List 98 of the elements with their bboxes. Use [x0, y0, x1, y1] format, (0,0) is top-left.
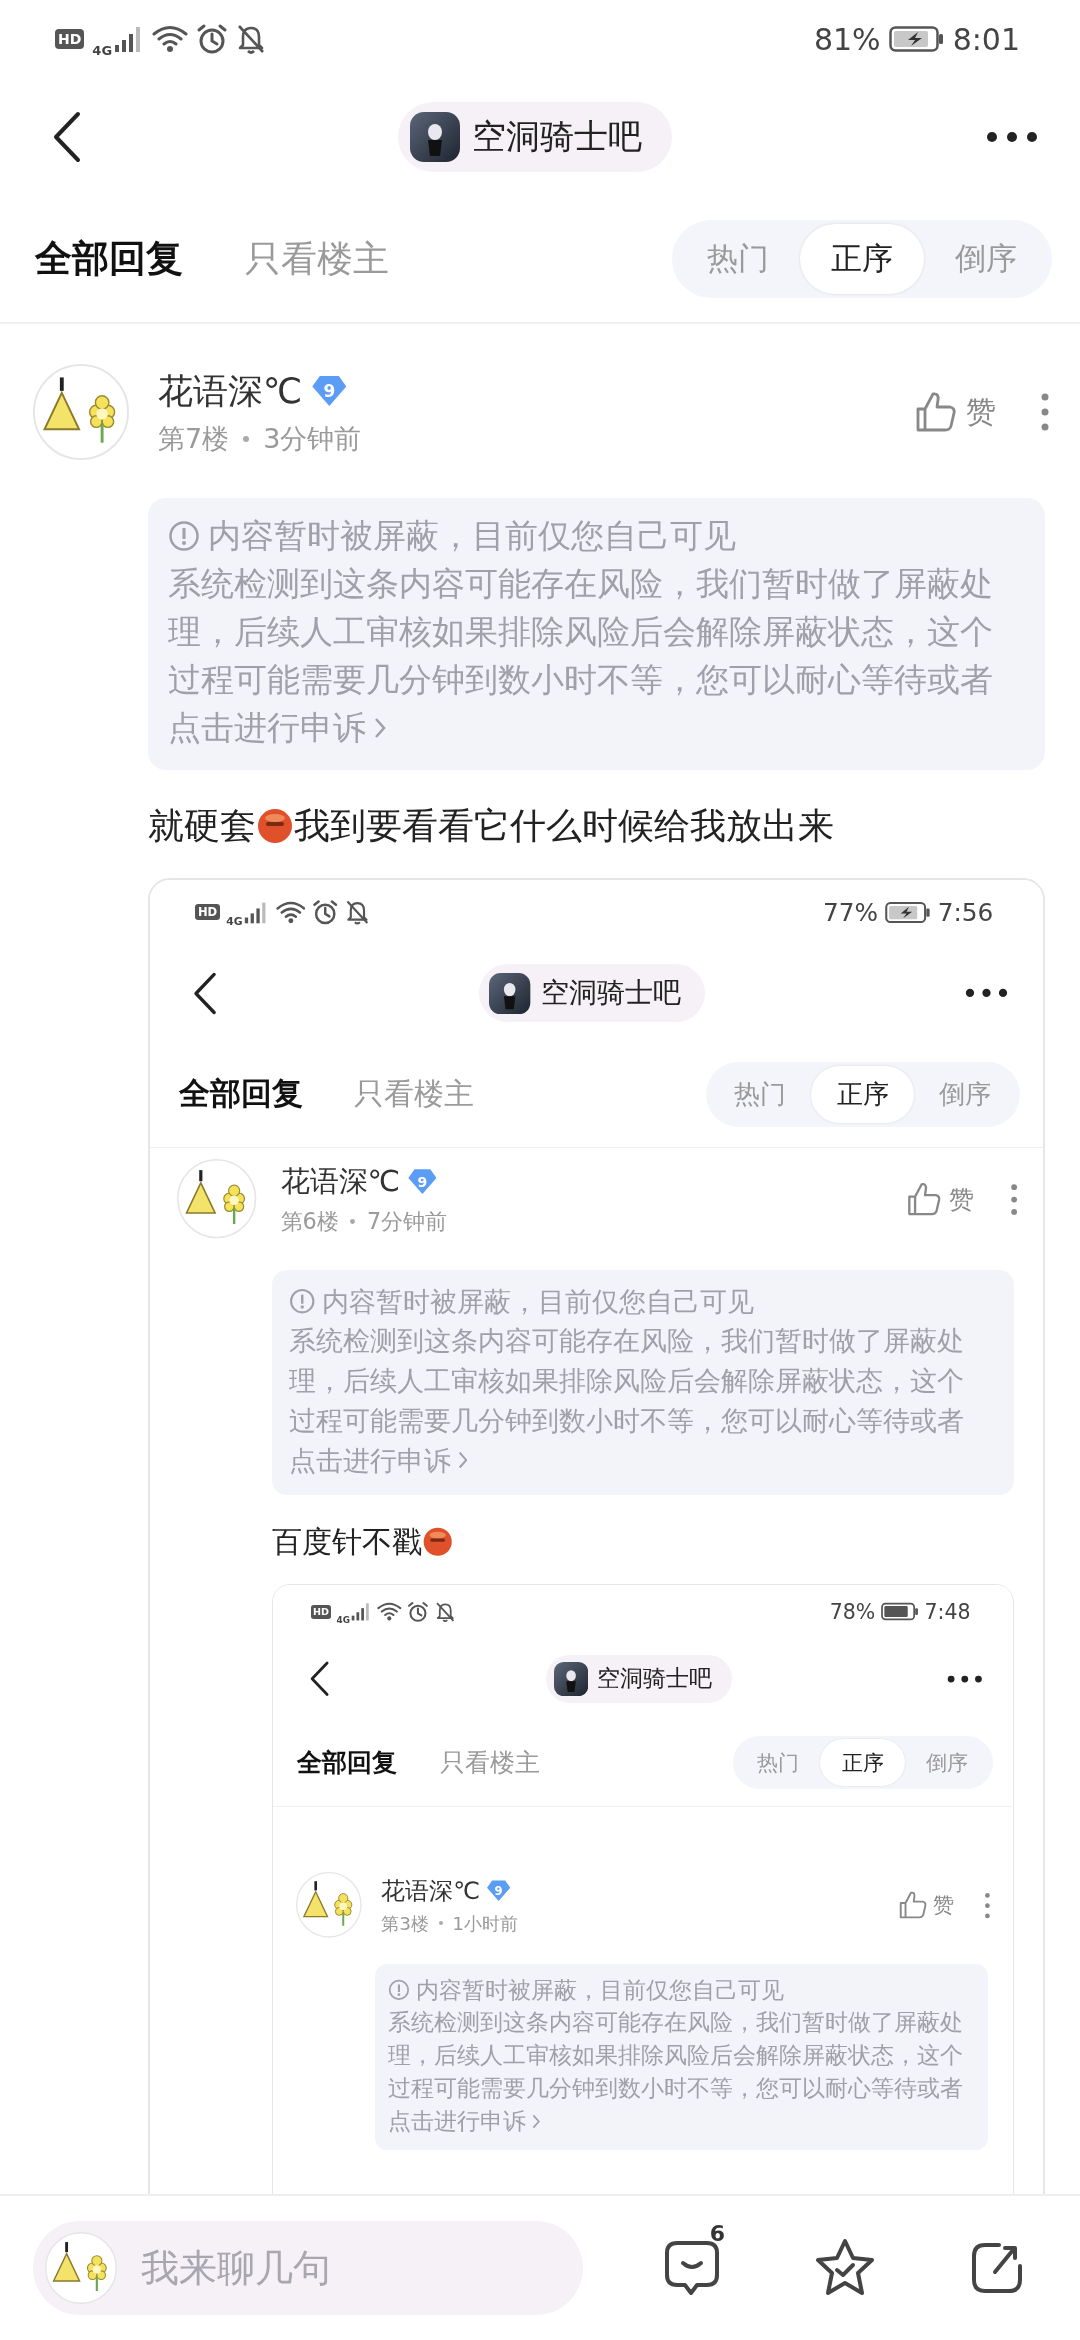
tab[interactable]: 只看楼主: [245, 234, 389, 284]
more-vert-icon[interactable]: [1009, 1182, 1019, 1216]
wifi-icon: [377, 1602, 402, 1622]
wifi-icon: [152, 25, 189, 53]
network-label: 4G: [226, 914, 243, 928]
hd-indicator: HD: [195, 903, 220, 921]
warning-icon: [168, 520, 200, 552]
battery-percent: 77%: [823, 897, 879, 927]
separator-dot: [438, 1921, 443, 1926]
sort-option[interactable]: 倒序: [924, 224, 1048, 294]
separator-dot: [243, 435, 250, 442]
wifi-icon: [275, 900, 306, 924]
alarm-icon: [312, 899, 339, 926]
post-time: 7分钟前: [366, 1206, 448, 1236]
notice-title: 内容暂时被屏蔽，目前仅您自己可见: [415, 1975, 784, 2005]
thumb-up-icon: [914, 390, 958, 434]
post-time: 3分钟前: [263, 421, 362, 456]
forum-button[interactable]: 空洞骑士吧: [398, 102, 672, 172]
more-vert-icon[interactable]: [984, 1891, 992, 1919]
signal-icon: [351, 1602, 372, 1622]
more-icon[interactable]: [986, 131, 1038, 143]
thumb-up-icon: [905, 1180, 942, 1218]
sort-option[interactable]: 热门: [735, 1738, 821, 1787]
appeal-link[interactable]: 点击进行申诉: [288, 1440, 468, 1481]
author-name[interactable]: 花语深℃: [381, 1874, 481, 1907]
battery-percent: 78%: [829, 1600, 876, 1624]
hd-indicator: HD: [310, 1605, 331, 1619]
tab[interactable]: 全部回复: [178, 1073, 303, 1115]
notice-text: 系统检测到这条内容可能存在风险，我们暂时做了屏蔽处理，后续人工审核如果排除风险后会解除屏蔽状态，这个过程可能需要几分钟到数小时不等，您可以耐心等待或者: [288, 1325, 964, 1436]
comment-field[interactable]: 我来聊几句: [139, 2245, 523, 2291]
sort-option[interactable]: 热门: [676, 224, 800, 294]
more-icon[interactable]: [965, 988, 1009, 999]
mute-icon: [345, 899, 370, 926]
clock-time: 7:48: [924, 1600, 971, 1624]
notice-text: 系统检测到这条内容可能存在风险，我们暂时做了屏蔽处理，后续人工审核如果排除风险后会解除屏蔽状态，这个过程可能需要几分钟到数小时不等，您可以耐心等待或者: [388, 2009, 964, 2102]
emoji-icon: [422, 1525, 454, 1558]
sort-option[interactable]: 正序: [820, 1738, 905, 1787]
like-button[interactable]: 赞: [914, 390, 996, 434]
level-badge: 9: [408, 1169, 437, 1194]
author-name[interactable]: 花语深℃: [280, 1161, 401, 1202]
author-name[interactable]: 花语深℃: [158, 367, 303, 415]
notice-text: 系统检测到这条内容可能存在风险，我们暂时做了屏蔽处理，后续人工审核如果排除风险后会解除屏蔽状态，这个过程可能需要几分钟到数小时不等，您可以耐心等待或者: [168, 564, 993, 699]
forum-button[interactable]: 空洞骑士吧: [546, 1655, 733, 1703]
sort-option[interactable]: 倒序: [914, 1065, 1017, 1124]
post-text: 百度针不戳: [272, 1522, 423, 1561]
tab[interactable]: 全部回复: [35, 234, 183, 284]
share-icon[interactable]: [969, 2240, 1025, 2296]
more-icon[interactable]: [947, 1674, 983, 1684]
post-time: 1小时前: [452, 1911, 519, 1936]
alarm-icon: [407, 1601, 430, 1623]
clock-time: 8:01: [952, 21, 1020, 57]
avatar[interactable]: [33, 364, 129, 460]
tab[interactable]: 只看楼主: [354, 1073, 475, 1115]
floor-label: 第6楼: [280, 1206, 339, 1236]
tab[interactable]: 只看楼主: [439, 1746, 540, 1780]
forum-button[interactable]: 空洞骑士吧: [479, 964, 706, 1023]
chevron-icon: [374, 717, 386, 739]
clock-time: 7:56: [937, 897, 994, 927]
sort-option[interactable]: 正序: [811, 1065, 914, 1124]
like-button[interactable]: 赞: [897, 1890, 955, 1921]
level-badge: 9: [487, 1880, 511, 1901]
floor-label: 第3楼: [381, 1911, 430, 1936]
comment-count: 6: [709, 2221, 725, 2246]
appeal-link[interactable]: 点击进行申诉: [168, 704, 386, 752]
chevron-icon: [457, 1451, 468, 1470]
floor-label: 第7楼: [158, 421, 230, 456]
post-text: 我到要看看它什么时候给我放出来: [294, 804, 834, 848]
emoji-icon: [256, 807, 294, 845]
notice-title: 内容暂时被屏蔽，目前仅您自己可见: [208, 515, 736, 557]
forum-avatar-icon: [489, 972, 531, 1014]
sort-option[interactable]: 正序: [800, 224, 924, 294]
battery-percent: 81%: [813, 21, 881, 57]
network-label: 4G: [336, 1614, 350, 1625]
forum-avatar-icon: [554, 1661, 589, 1697]
warning-icon: [288, 1288, 316, 1315]
more-vert-icon[interactable]: [1040, 392, 1050, 432]
appeal-link[interactable]: 点击进行申诉: [388, 2104, 540, 2138]
forum-avatar-icon: [410, 112, 460, 162]
warning-icon: [388, 1979, 411, 2001]
level-badge: 9: [312, 376, 347, 406]
sort-option[interactable]: 倒序: [905, 1738, 990, 1787]
separator-dot: [350, 1219, 356, 1225]
post-text: 就硬套: [148, 804, 256, 848]
mute-icon: [434, 1601, 456, 1623]
avatar[interactable]: [295, 1872, 362, 1939]
mute-icon: [236, 23, 267, 55]
avatar[interactable]: [177, 1159, 257, 1239]
sort-option[interactable]: 热门: [708, 1065, 812, 1124]
hd-indicator: HD: [55, 29, 85, 49]
tab[interactable]: 全部回复: [297, 1745, 398, 1780]
chevron-icon: [531, 2113, 540, 2129]
comment-bar[interactable]: 我来聊几句: [33, 2221, 583, 2315]
notice-title: 内容暂时被屏蔽，目前仅您自己可见: [321, 1284, 754, 1319]
alarm-icon: [196, 23, 229, 55]
network-label: 4G: [92, 42, 113, 58]
thumb-up-icon: [897, 1890, 928, 1921]
avatar: [45, 2232, 117, 2304]
like-button[interactable]: 赞: [905, 1180, 974, 1218]
